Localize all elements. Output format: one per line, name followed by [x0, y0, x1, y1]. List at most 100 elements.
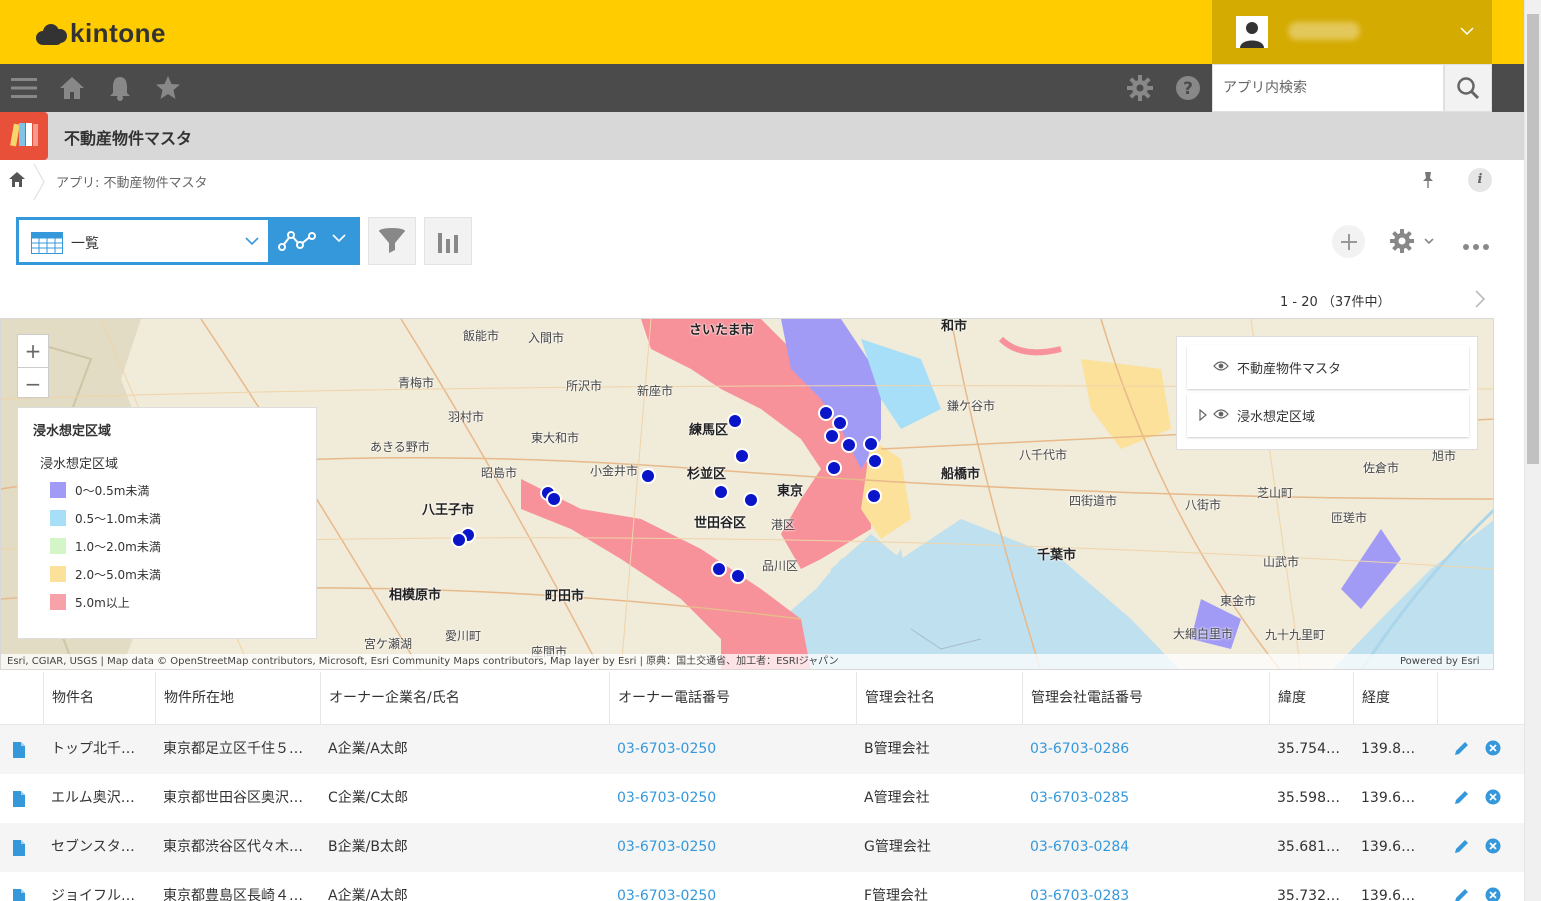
column-header[interactable]: 物件所在地 — [155, 672, 320, 725]
map-marker[interactable] — [743, 492, 759, 508]
layer-row-property-master[interactable]: 不動産物件マスタ — [1187, 345, 1469, 389]
zoom-in-button[interactable]: + — [18, 335, 48, 367]
app-icon[interactable] — [0, 112, 48, 160]
cell-owner: A企業/A太郎 — [328, 888, 408, 901]
pencil-icon[interactable] — [1454, 887, 1470, 901]
column-header[interactable]: オーナー企業名/氏名 — [320, 672, 609, 725]
cell-latitude: 35.754… — [1277, 741, 1340, 757]
cell-owner-phone-link[interactable]: 03-6703-0250 — [609, 774, 856, 823]
cell-owner-phone-link[interactable]: 03-6703-0250 — [609, 872, 856, 901]
map-marker[interactable] — [866, 488, 882, 504]
menu-icon[interactable] — [10, 74, 38, 102]
info-icon[interactable]: i — [1468, 168, 1492, 192]
column-header[interactable]: 管理会社電話番号 — [1022, 672, 1269, 725]
line-graph-icon — [278, 231, 316, 251]
help-icon[interactable]: ? — [1174, 74, 1202, 102]
record-detail-icon[interactable] — [12, 840, 26, 856]
graph-button[interactable] — [424, 217, 472, 265]
table-row[interactable]: トップ北千… 東京都足立区千住５… A企業/A太郎 03-6703-0250 B… — [0, 725, 1524, 774]
record-detail-icon[interactable] — [12, 791, 26, 807]
cell-management-phone-link[interactable]: 03-6703-0284 — [1022, 823, 1269, 872]
map-marker[interactable] — [863, 436, 879, 452]
map-marker[interactable] — [824, 428, 840, 444]
layer-row-flood-zone[interactable]: 浸水想定区域 — [1187, 393, 1469, 437]
home-icon[interactable] — [9, 172, 25, 187]
delete-icon[interactable] — [1485, 838, 1501, 854]
expand-triangle-icon[interactable] — [1199, 409, 1207, 421]
powered-by-esri[interactable]: Powered by Esri — [1400, 654, 1480, 669]
pencil-icon[interactable] — [1454, 740, 1470, 756]
cell-management-phone-link[interactable]: 03-6703-0285 — [1022, 774, 1269, 823]
delete-icon[interactable] — [1485, 789, 1501, 805]
table-row[interactable]: セブンスタ… 東京都渋谷区代々木… B企業/B太郎 03-6703-0250 G… — [0, 823, 1524, 872]
cell-latitude: 35.732… — [1277, 888, 1340, 901]
column-header-actions — [1437, 672, 1524, 725]
cell-management-phone-link[interactable]: 03-6703-0283 — [1022, 872, 1269, 901]
eye-icon[interactable] — [1213, 408, 1229, 420]
delete-icon[interactable] — [1485, 740, 1501, 756]
layer-label: 不動産物件マスタ — [1237, 362, 1342, 377]
pencil-icon[interactable] — [1454, 838, 1470, 854]
legend-item: 1.0～2.0m未満 — [50, 538, 161, 554]
map-marker[interactable] — [546, 491, 562, 507]
view-selector[interactable]: 一覧 — [16, 217, 268, 265]
user-menu[interactable] — [1212, 0, 1492, 64]
layer-label: 浸水想定区域 — [1237, 410, 1316, 425]
map-place-label: 世田谷区 — [694, 516, 747, 531]
zoom-out-button[interactable]: − — [18, 367, 48, 399]
cell-management-phone-link[interactable]: 03-6703-0286 — [1022, 725, 1269, 774]
gear-icon[interactable] — [1126, 74, 1154, 102]
eye-icon[interactable] — [1213, 360, 1229, 372]
column-header[interactable]: 物件名 — [43, 672, 155, 725]
cell-property-name: トップ北千… — [51, 741, 135, 757]
cell-property-name: ジョイフル… — [51, 888, 135, 901]
delete-icon[interactable] — [1485, 887, 1501, 901]
map-place-label: 和市 — [941, 319, 968, 334]
home-icon[interactable] — [58, 74, 86, 102]
breadcrumb-app-link[interactable]: アプリ: 不動産物件マスタ — [56, 172, 208, 191]
map-place-label: 昭島市 — [481, 466, 518, 480]
map-marker[interactable] — [867, 453, 883, 469]
cell-owner-phone-link[interactable]: 03-6703-0250 — [609, 823, 856, 872]
chevron-right-icon[interactable] — [1474, 290, 1486, 308]
map-place-label: 愛川町 — [445, 629, 482, 643]
column-header[interactable]: オーナー電話番号 — [609, 672, 856, 725]
map-marker[interactable] — [727, 413, 743, 429]
table-row[interactable]: エルム奥沢… 東京都世田谷区奥沢… C企業/C太郎 03-6703-0250 A… — [0, 774, 1524, 823]
table-row[interactable]: ジョイフル… 東京都豊島区長崎４… A企業/A太郎 03-6703-0250 F… — [0, 872, 1524, 901]
cell-management-company: F管理会社 — [864, 888, 929, 901]
cell-owner-phone-link[interactable]: 03-6703-0250 — [609, 725, 856, 774]
app-settings-button[interactable] — [1389, 228, 1437, 258]
map-place-label: 佐倉市 — [1363, 461, 1400, 475]
map-marker[interactable] — [818, 405, 834, 421]
app-search-input[interactable] — [1223, 65, 1433, 111]
bell-icon[interactable] — [106, 74, 134, 102]
search-button[interactable] — [1444, 64, 1492, 112]
map-marker[interactable] — [826, 460, 842, 476]
column-header[interactable]: 管理会社名 — [856, 672, 1022, 725]
star-icon[interactable] — [154, 74, 182, 102]
filter-button[interactable] — [368, 217, 416, 265]
page-scrollbar[interactable] — [1524, 0, 1541, 901]
map-marker[interactable] — [734, 448, 750, 464]
record-detail-icon[interactable] — [12, 742, 26, 758]
record-detail-icon[interactable] — [12, 889, 26, 901]
map-marker[interactable] — [640, 468, 656, 484]
add-record-button[interactable] — [1332, 225, 1365, 258]
scrollbar-thumb[interactable] — [1527, 14, 1539, 464]
map-marker[interactable] — [711, 561, 727, 577]
column-header[interactable]: 経度 — [1353, 672, 1437, 725]
pin-icon[interactable] — [1420, 171, 1436, 189]
map-marker[interactable] — [841, 437, 857, 453]
map-marker[interactable] — [451, 532, 467, 548]
column-header[interactable]: 緯度 — [1269, 672, 1353, 725]
plus-icon — [1340, 233, 1357, 250]
pencil-icon[interactable] — [1454, 789, 1470, 805]
map-marker[interactable] — [713, 484, 729, 500]
map-marker[interactable] — [730, 568, 746, 584]
kintone-logo[interactable]: kintone — [34, 18, 166, 49]
legend-subtitle: 浸水想定区域 — [40, 457, 119, 472]
map-zoom-control: + − — [17, 334, 49, 398]
more-options-button[interactable] — [1463, 236, 1489, 255]
graph-selector-button[interactable] — [268, 217, 360, 265]
